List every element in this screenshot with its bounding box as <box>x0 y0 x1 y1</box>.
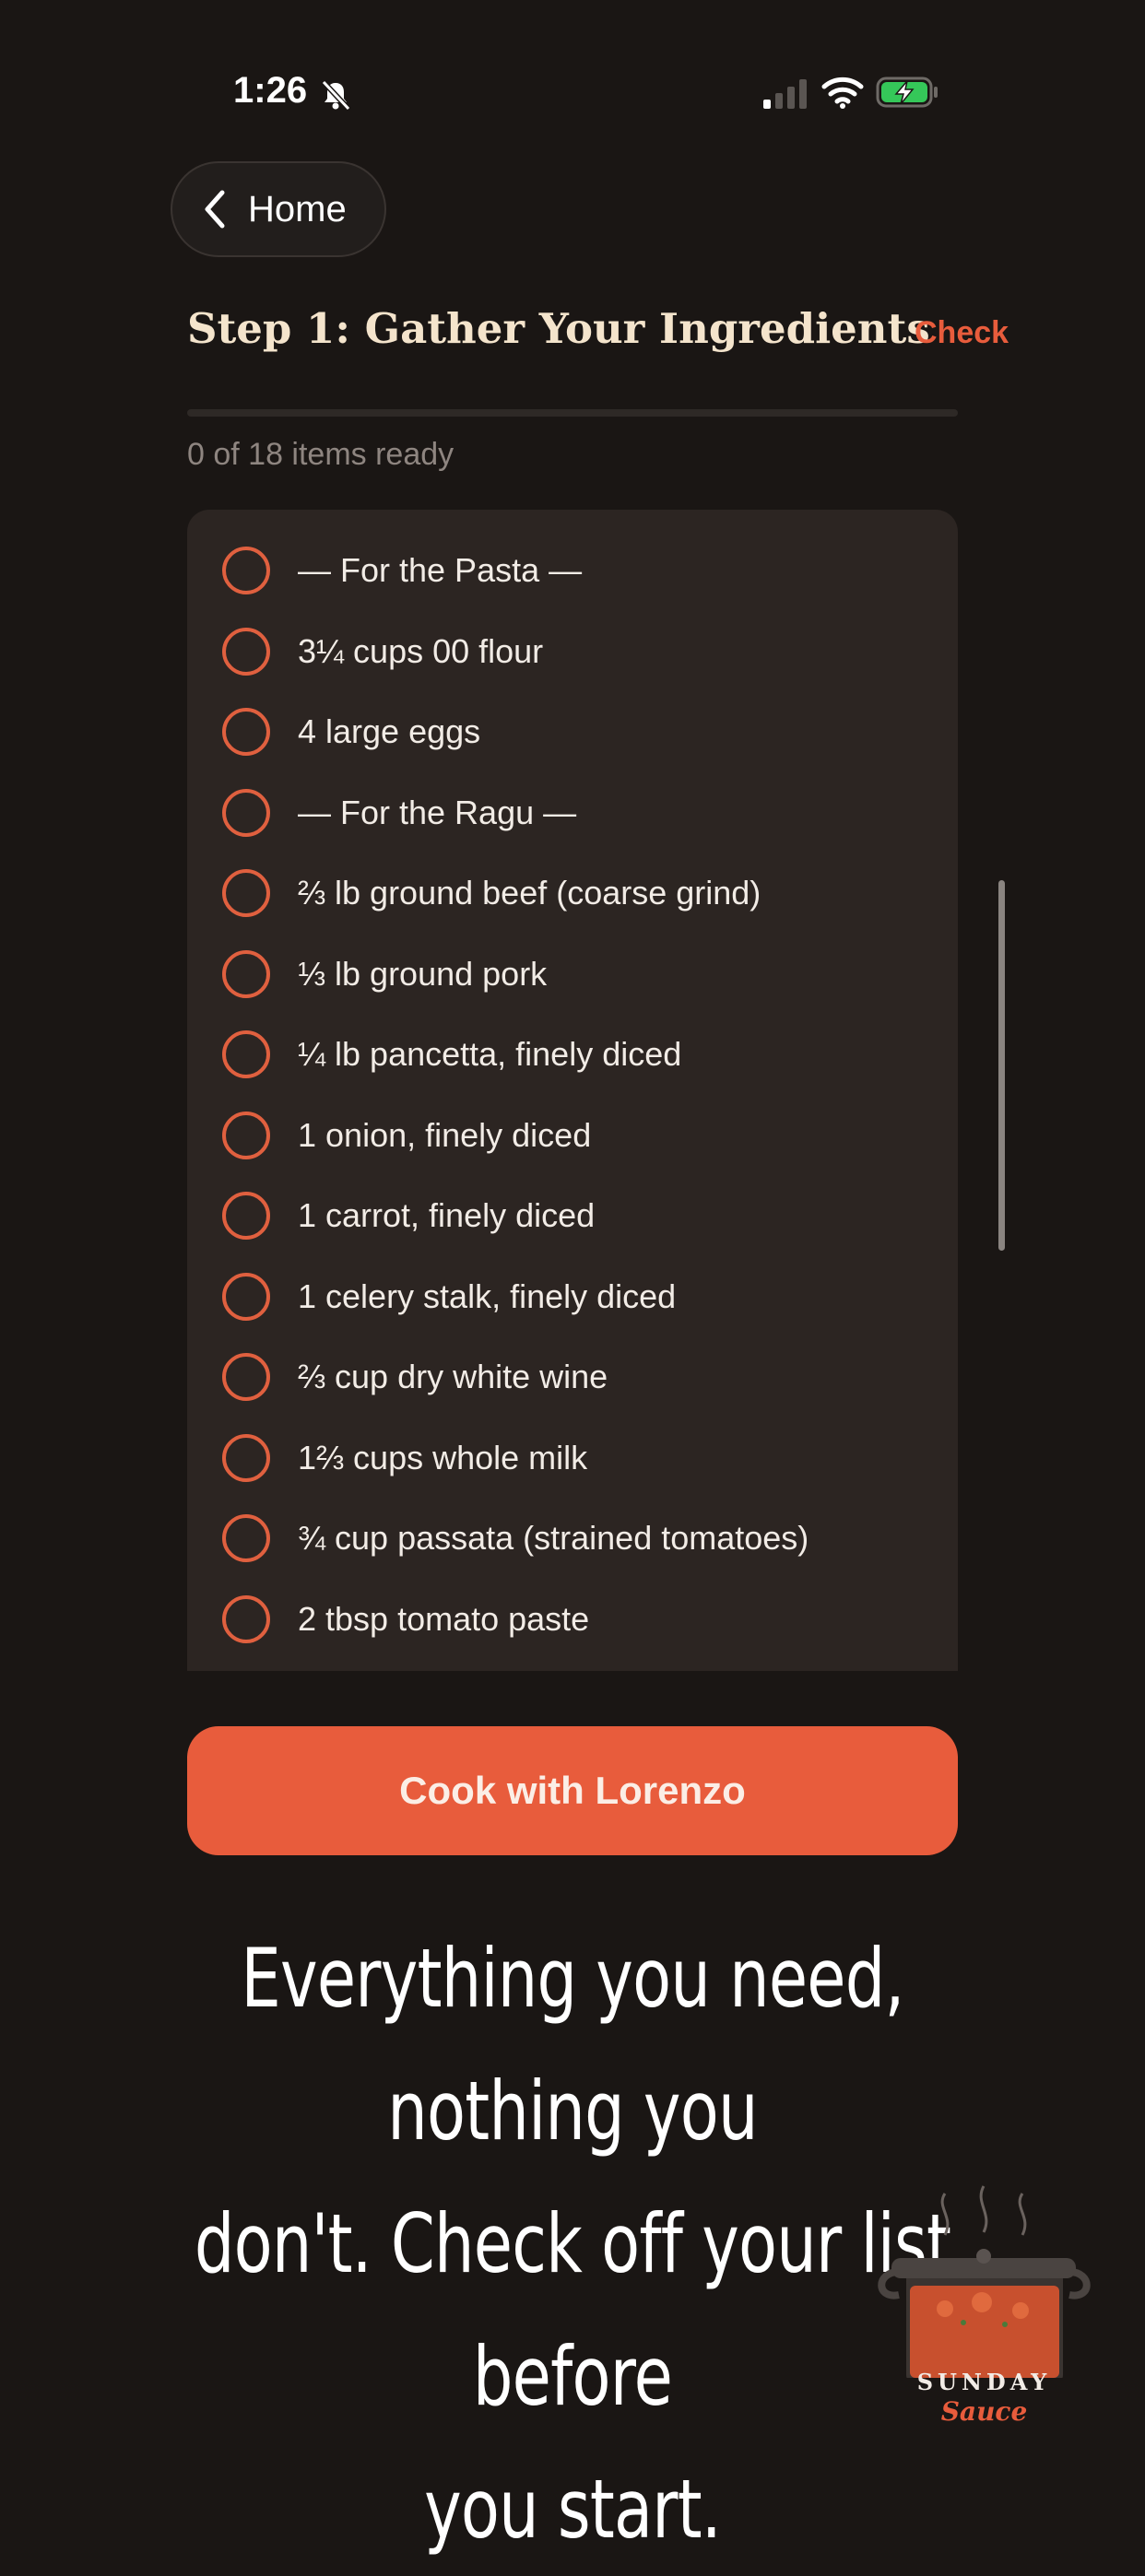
ingredient-item[interactable]: ⅔ cup dry white wine <box>187 1336 958 1417</box>
ingredient-label: ¾ cup passata (strained tomatoes) <box>298 1519 809 1557</box>
cta-label: Cook with Lorenzo <box>399 1769 746 1812</box>
ingredient-checkbox[interactable] <box>222 1353 270 1401</box>
logo-wordmark-sunday: SUNDAY <box>916 2369 1052 2395</box>
tagline-line-1: Everything you need, nothing you <box>241 1931 904 2158</box>
cook-with-lorenzo-button[interactable]: Cook with Lorenzo <box>187 1726 958 1855</box>
check-all-link[interactable]: Check <box>915 315 1009 351</box>
progress-bar <box>187 409 958 417</box>
ingredient-checkbox[interactable] <box>222 1030 270 1078</box>
ingredient-item[interactable]: — For the Ragu — <box>187 772 958 853</box>
ingredient-item[interactable]: ¼ lb pancetta, finely diced <box>187 1014 958 1095</box>
list-scrollbar[interactable] <box>998 880 1005 1251</box>
ingredient-checkbox[interactable] <box>222 1192 270 1240</box>
ingredient-checkbox[interactable] <box>222 627 270 676</box>
bell-slash-icon <box>321 79 351 112</box>
logo-wordmark-sauce: Sauce <box>940 2396 1028 2427</box>
ingredient-item[interactable]: 2 tbsp tomato paste <box>187 1579 958 1660</box>
battery-charging-icon <box>876 76 938 108</box>
page-title: Step 1: Gather Your Ingredients <box>187 304 930 353</box>
ingredient-item[interactable]: 1 carrot, finely diced <box>187 1175 958 1256</box>
ingredient-item[interactable]: 1 celery stalk, finely diced <box>187 1256 958 1337</box>
ingredient-label: 4 large eggs <box>298 712 481 750</box>
ingredient-label: 1 celery stalk, finely diced <box>298 1276 677 1315</box>
tagline-line-3: you start. <box>424 2462 722 2557</box>
tagline: Everything you need, nothing you don't. … <box>176 1912 969 2576</box>
ingredient-item[interactable]: 1⅔ cups whole milk <box>187 1417 958 1499</box>
ingredient-checkbox[interactable] <box>222 869 270 917</box>
pot-icon <box>878 2185 1091 2378</box>
signal-icon <box>763 79 807 109</box>
ingredient-label: 3¼ cups 00 flour <box>298 631 544 670</box>
ingredient-label: 1 onion, finely diced <box>298 1115 592 1154</box>
ingredient-item[interactable]: 3¼ cups 00 flour <box>187 611 958 692</box>
ingredient-item[interactable]: — For the Pasta — <box>187 530 958 611</box>
ingredient-item[interactable]: ⅔ lb ground beef (coarse grind) <box>187 853 958 934</box>
ingredient-label: ¼ lb pancetta, finely diced <box>298 1035 682 1073</box>
ingredient-label: ⅔ lb ground beef (coarse grind) <box>298 874 761 912</box>
ingredient-checkbox[interactable] <box>222 1594 270 1643</box>
ingredient-checkbox[interactable] <box>222 1433 270 1482</box>
ingredient-item[interactable]: ¾ cup passata (strained tomatoes) <box>187 1498 958 1579</box>
ingredient-label: ⅔ cup dry white wine <box>298 1358 608 1395</box>
ingredients-list: — For the Pasta — 3¼ cups 00 flour 4 large… <box>187 510 958 1671</box>
ingredient-label: 1 carrot, finely diced <box>298 1196 596 1234</box>
chevron-left-icon <box>205 190 225 229</box>
ingredient-checkbox[interactable] <box>222 1111 270 1159</box>
status-time: 1:26 <box>233 70 308 111</box>
ingredient-checkbox[interactable] <box>222 708 270 756</box>
ingredient-checkbox[interactable] <box>222 1514 270 1562</box>
ingredient-checkbox[interactable] <box>222 1272 270 1321</box>
progress-text: 0 of 18 items ready <box>187 437 454 472</box>
back-home-button[interactable]: Home <box>171 161 386 257</box>
status-bar: 1:26 <box>0 0 1145 184</box>
ingredient-item[interactable]: 1 onion, finely diced <box>187 1095 958 1176</box>
tagline-line-2: don't. Check off your list before <box>194 2196 951 2424</box>
ingredient-label: — For the Pasta — <box>298 551 583 589</box>
back-button-label: Home <box>248 188 347 229</box>
ingredient-label: 1⅔ cups whole milk <box>298 1438 588 1476</box>
wifi-icon <box>821 76 864 109</box>
ingredient-label: 2 tbsp tomato paste <box>298 1599 590 1638</box>
ingredient-label: ⅓ lb ground pork <box>298 954 548 993</box>
ingredient-checkbox[interactable] <box>222 547 270 594</box>
ingredient-label: — For the Ragu — <box>298 793 577 831</box>
ingredient-checkbox[interactable] <box>222 788 270 837</box>
ingredient-item[interactable]: ⅓ lb ground pork <box>187 934 958 1015</box>
ingredient-checkbox[interactable] <box>222 949 270 998</box>
ingredient-item[interactable]: 4 large eggs <box>187 691 958 772</box>
